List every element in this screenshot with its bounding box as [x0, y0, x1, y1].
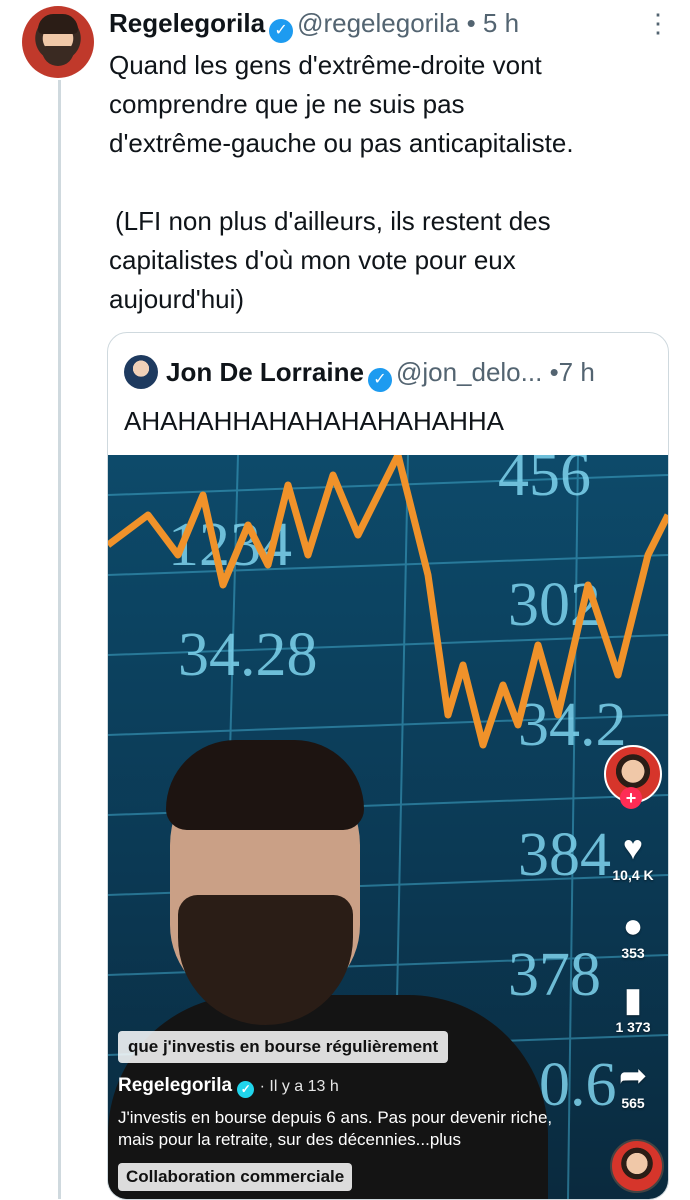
- comment-count: 353: [621, 945, 645, 961]
- thread-line: [58, 80, 61, 1199]
- verified-badge-icon: ✓: [367, 368, 392, 392]
- separator-dot: •: [549, 357, 559, 387]
- author-avatar[interactable]: [22, 6, 94, 78]
- comment-bubble-icon: ●: [622, 907, 644, 945]
- video-thumbnail[interactable]: 1234 34.28 4.52 456 302 34.2 384 378 10.…: [108, 455, 668, 1199]
- verified-badge-icon: ✓: [269, 19, 294, 43]
- tweet-line: aujourd'hui): [109, 284, 245, 314]
- tweet-header: Regelegorila ✓ @regelegorila • 5 h: [109, 8, 519, 43]
- tweet-line: (LFI non plus d'ailleurs, ils restent de…: [115, 206, 551, 236]
- tweet-line: Quand les gens d'extrême-droite vont: [109, 50, 542, 80]
- share-action[interactable]: ➦ 565: [598, 1057, 668, 1111]
- quote-header: Jon De Lorraine ✓ @jon_delo... •7 h: [124, 355, 595, 392]
- video-description: J'investis en bourse depuis 6 ans. Pas p…: [118, 1108, 553, 1149]
- quote-time: 7 h: [558, 357, 595, 387]
- chart-number: 456: [498, 455, 591, 509]
- sound-disc-icon[interactable]: [610, 1139, 664, 1193]
- quote-author-name: Jon De Lorraine: [166, 357, 364, 387]
- like-action[interactable]: ♥ 10,4 K: [598, 829, 668, 883]
- save-action[interactable]: ▮ 1 373: [598, 981, 668, 1035]
- author-name[interactable]: Regelegorila: [109, 8, 265, 38]
- share-count: 565: [621, 1095, 645, 1111]
- save-count: 1 373: [615, 1019, 651, 1035]
- quote-author-avatar: [124, 355, 158, 389]
- tweet-line: comprendre que je ne suis pas: [109, 89, 465, 119]
- chart-number: 34.2: [518, 691, 627, 759]
- tweet-line: d'extrême-gauche ou pas anticapitaliste.: [109, 128, 574, 158]
- avatar-beard: [42, 46, 74, 66]
- follow-plus-icon[interactable]: +: [620, 787, 642, 809]
- author-handle[interactable]: @regelegorila: [297, 8, 459, 38]
- tweet-text: Quand les gens d'extrême-droite vont com…: [109, 46, 679, 319]
- collab-label: Collaboration commerciale: [118, 1163, 353, 1191]
- separator-dot: •: [466, 8, 476, 38]
- video-posted-time: · Il y a 13 h: [259, 1078, 339, 1095]
- video-person-hair: [166, 740, 364, 830]
- verified-check-icon: ✓: [237, 1081, 255, 1098]
- avatar-hair: [38, 14, 78, 34]
- tweet-time[interactable]: 5 h: [483, 8, 519, 38]
- video-author-name: Regelegorila: [118, 1075, 233, 1096]
- more-options-icon[interactable]: ⋮: [645, 8, 671, 38]
- chart-number: 34.28: [178, 621, 318, 689]
- heart-icon: ♥: [622, 829, 644, 867]
- video-caption: que j'investis en bourse régulièrement: [118, 1031, 449, 1063]
- quote-author-handle: @jon_delo...: [395, 357, 543, 387]
- like-count: 10,4 K: [612, 867, 654, 883]
- tweet-line: capitalistes d'où mon vote pour eux: [109, 245, 516, 275]
- chart-number: 378: [508, 941, 601, 1009]
- quoted-tweet-card[interactable]: Jon De Lorraine ✓ @jon_delo... •7 h AHAHAH…: [107, 332, 669, 1200]
- share-arrow-icon: ➦: [618, 1057, 648, 1095]
- chart-number: 302: [508, 571, 601, 639]
- bookmark-icon: ▮: [623, 981, 643, 1019]
- quote-text: AHAHAHHAHAHAHAHAHAHHA: [124, 406, 504, 436]
- comment-action[interactable]: ● 353: [598, 907, 668, 961]
- video-author: Regelegorila ✓ · Il y a 13 h: [118, 1075, 339, 1098]
